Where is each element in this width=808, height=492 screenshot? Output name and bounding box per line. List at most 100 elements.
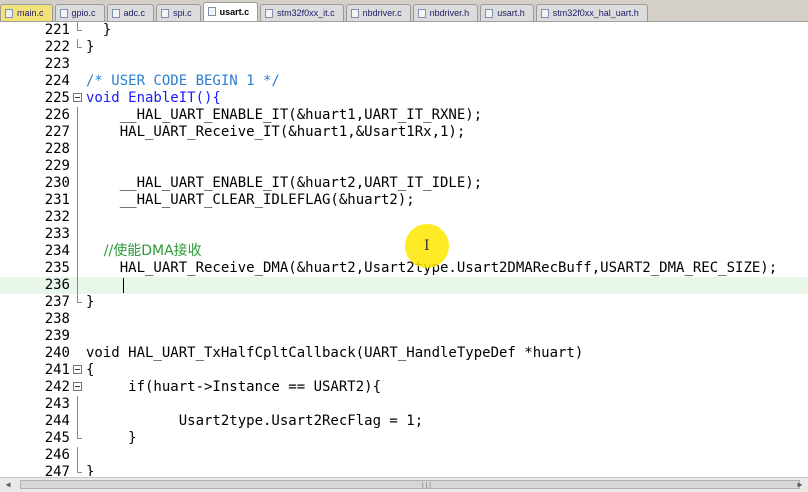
- code-text: __HAL_UART_CLEAR_IDLEFLAG(&huart2);: [86, 192, 415, 208]
- line-number: 231: [44, 192, 70, 208]
- fold-line: [77, 141, 78, 158]
- line-number: 229: [44, 158, 70, 174]
- fold-line: [77, 175, 78, 192]
- horizontal-scrollbar[interactable]: ◀ ||| ▶: [0, 477, 808, 492]
- line-number: 234: [44, 243, 70, 259]
- code-line: 226 __HAL_UART_ENABLE_IT(&huart1,UART_IT…: [0, 107, 808, 124]
- fold-end-marker: [77, 464, 82, 473]
- code-text: if(huart->Instance == USART2){: [86, 379, 382, 395]
- fold-line: [77, 107, 78, 124]
- line-number: 236: [44, 277, 70, 293]
- tab-label: main.c: [17, 8, 44, 18]
- code-line: 244 Usart2type.Usart2RecFlag = 1;: [0, 413, 808, 430]
- code-editor[interactable]: 221 } 222} 223 224 /* USER CODE BEGIN 1 *…: [0, 22, 808, 476]
- tab-nbdriver-h[interactable]: nbdriver.h: [412, 4, 479, 21]
- fold-end-marker: [77, 22, 82, 31]
- line-number: 239: [44, 328, 70, 344]
- line-number: 245: [44, 430, 70, 446]
- file-tab-bar: main.c gpio.c adc.c spi.c usart.c stm32f…: [0, 0, 808, 22]
- file-icon: [540, 9, 549, 18]
- fold-collapse-icon[interactable]: [73, 365, 82, 374]
- line-number: 235: [44, 260, 70, 276]
- current-line: 236: [0, 277, 808, 294]
- line-number: 242: [44, 379, 70, 395]
- fold-line: [77, 277, 78, 294]
- code-line: 234 //使能DMA接收: [0, 243, 808, 260]
- line-number: 246: [44, 447, 70, 463]
- line-number: 238: [44, 311, 70, 327]
- line-number: 221: [44, 22, 70, 38]
- line-number: 225: [44, 90, 70, 106]
- tab-stm32f0xx-it-c[interactable]: stm32f0xx_it.c: [260, 4, 344, 21]
- line-number: 223: [44, 56, 70, 72]
- tab-usart-h[interactable]: usart.h: [480, 4, 534, 21]
- code-line: 241 {: [0, 362, 808, 379]
- code-line: 230 __HAL_UART_ENABLE_IT(&huart2,UART_IT…: [0, 175, 808, 192]
- code-text: HAL_UART_Receive_IT(&huart1,&Usart1Rx,1)…: [86, 124, 466, 140]
- tab-spi-c[interactable]: spi.c: [156, 4, 201, 21]
- line-number: 241: [44, 362, 70, 378]
- fold-line: [77, 209, 78, 226]
- file-icon: [417, 9, 426, 18]
- line-number: 227: [44, 124, 70, 140]
- code-text: }: [86, 39, 95, 55]
- tab-nbdriver-c[interactable]: nbdriver.c: [345, 4, 411, 21]
- fold-line: [77, 260, 78, 277]
- file-icon: [161, 9, 170, 18]
- ibeam-cursor-icon: I: [424, 238, 430, 254]
- scrollbar-thumb[interactable]: |||: [20, 480, 800, 489]
- fold-end-marker: [77, 39, 82, 48]
- code-line: 231 __HAL_UART_CLEAR_IDLEFLAG(&huart2);: [0, 192, 808, 209]
- line-number: 226: [44, 107, 70, 123]
- code-line: 221 }: [0, 22, 808, 39]
- code-line: 222}: [0, 39, 808, 56]
- fold-end-marker: [77, 430, 82, 439]
- code-line: 224 /* USER CODE BEGIN 1 */: [0, 73, 808, 90]
- fold-line: [77, 124, 78, 141]
- tab-gpio-c[interactable]: gpio.c: [54, 4, 105, 21]
- line-number: 228: [44, 141, 70, 157]
- line-number: 243: [44, 396, 70, 412]
- code-text: }: [86, 294, 95, 310]
- scroll-right-icon[interactable]: ▶: [794, 480, 806, 490]
- grip-icon: |||: [421, 482, 432, 489]
- fold-line: [77, 413, 78, 430]
- tab-adc-c[interactable]: adc.c: [106, 4, 155, 21]
- fold-collapse-icon[interactable]: [73, 93, 82, 102]
- tab-label: gpio.c: [71, 8, 96, 18]
- line-number: 233: [44, 226, 70, 242]
- file-icon: [350, 9, 359, 18]
- tab-usart-c[interactable]: usart.c: [202, 2, 259, 21]
- code-line: 229: [0, 158, 808, 175]
- tab-label: adc.c: [123, 8, 146, 18]
- fold-line: [77, 192, 78, 209]
- code-comment: /* USER CODE BEGIN 1 */: [86, 73, 280, 89]
- tab-main-c[interactable]: main.c: [0, 4, 53, 21]
- code-line: 247}: [0, 464, 808, 476]
- code-line: 240 void HAL_UART_TxHalfCpltCallback(UART…: [0, 345, 808, 362]
- code-text: }: [86, 430, 137, 446]
- line-number: 224: [44, 73, 70, 89]
- line-number: 247: [44, 464, 70, 476]
- code-line: 223: [0, 56, 808, 73]
- fold-line: [77, 447, 78, 464]
- line-number: 240: [44, 345, 70, 361]
- file-icon: [485, 9, 494, 18]
- code-line: 242 if(huart->Instance == USART2){: [0, 379, 808, 396]
- fold-end-marker: [77, 294, 82, 303]
- code-line: 245 }: [0, 430, 808, 447]
- fold-collapse-icon[interactable]: [73, 382, 82, 391]
- code-text: Usart2type.Usart2RecFlag = 1;: [86, 413, 424, 429]
- scroll-left-icon[interactable]: ◀: [2, 480, 14, 490]
- tab-label: stm32f0xx_hal_uart.h: [552, 8, 639, 18]
- code-line: 233: [0, 226, 808, 243]
- code-text: }: [86, 22, 112, 38]
- file-icon: [111, 9, 120, 18]
- file-icon: [207, 7, 216, 16]
- tab-label: spi.c: [173, 8, 192, 18]
- tab-stm32f0xx-hal-uart-h[interactable]: stm32f0xx_hal_uart.h: [535, 4, 648, 21]
- fold-line: [77, 396, 78, 413]
- code-line: 235 HAL_UART_Receive_DMA(&huart2,Usart2t…: [0, 260, 808, 277]
- file-icon: [265, 9, 274, 18]
- code-line: 238: [0, 311, 808, 328]
